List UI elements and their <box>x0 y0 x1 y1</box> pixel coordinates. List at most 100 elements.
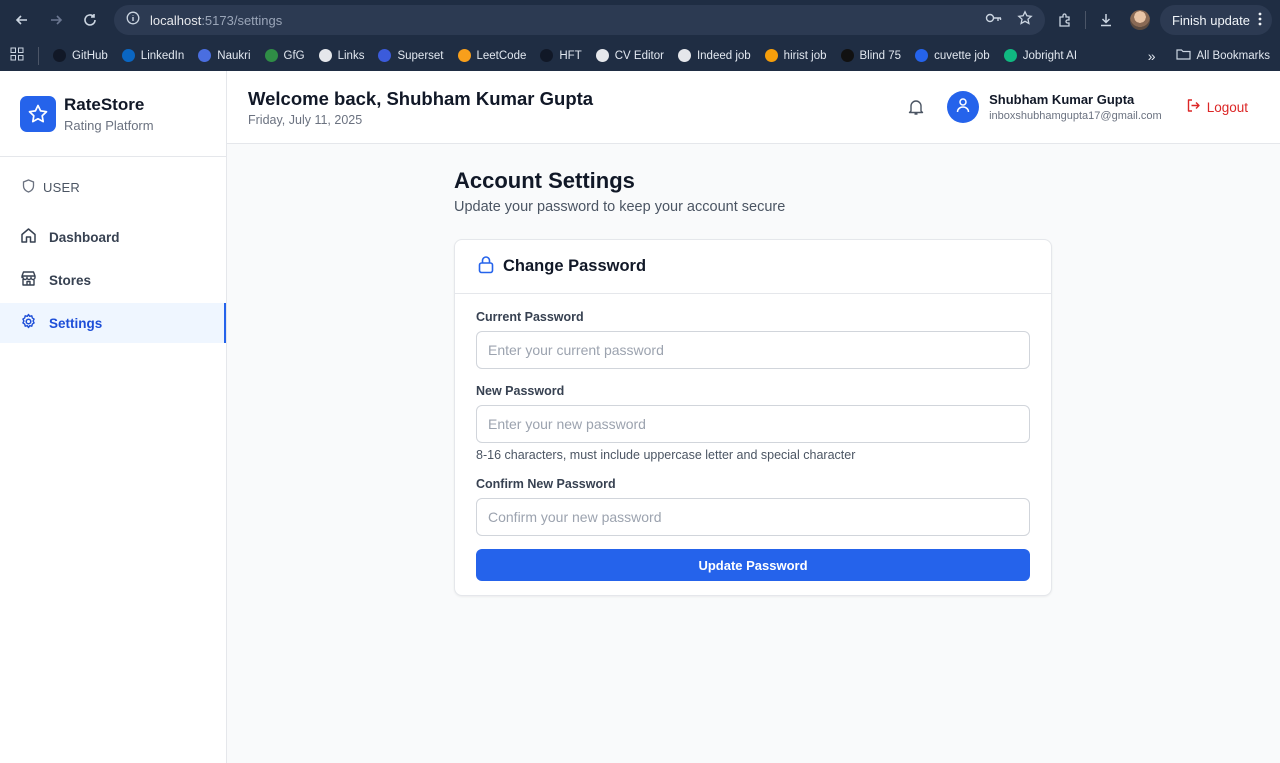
finish-update-button[interactable]: Finish update <box>1159 5 1272 35</box>
bookmark-item[interactable]: LeetCode <box>457 49 527 62</box>
password-hint: 8-16 characters, must include uppercase … <box>476 448 856 462</box>
card-header: Change Password <box>455 240 1051 294</box>
main-area: Welcome back, Shubham Kumar Gupta Friday… <box>227 71 1280 763</box>
bookmark-label: GitHub <box>72 49 108 62</box>
bookmark-label: GfG <box>283 49 305 62</box>
back-icon[interactable] <box>8 6 36 34</box>
confirm-password-group: Confirm New Password <box>476 477 1030 536</box>
bookmarks-divider <box>38 46 39 65</box>
bookmark-favicon-icon <box>840 49 854 62</box>
site-info-icon[interactable] <box>126 11 140 30</box>
profile-avatar[interactable] <box>1126 6 1154 34</box>
current-password-group: Current Password <box>476 310 1030 369</box>
bookmark-favicon-icon <box>595 49 609 62</box>
current-date: Friday, July 11, 2025 <box>248 112 363 127</box>
page-subtitle: Update your password to keep your accoun… <box>454 199 786 215</box>
bookmark-favicon-icon <box>198 49 212 62</box>
browser-toolbar: localhost:5173/settings Finish update <box>0 0 1280 40</box>
current-password-label: Current Password <box>476 310 584 324</box>
new-password-field[interactable] <box>476 405 1030 443</box>
sidebar-item-dashboard[interactable]: Dashboard <box>0 217 226 257</box>
role-indicator: USER <box>0 157 226 217</box>
bookmark-item[interactable]: hirist job <box>764 49 827 62</box>
bookmark-favicon-icon <box>457 49 471 62</box>
bookmark-item[interactable]: HFT <box>540 49 582 62</box>
bookmark-favicon-icon <box>764 49 778 62</box>
brand-subtitle: Rating Platform <box>64 117 154 133</box>
new-password-group: New Password 8-16 characters, must inclu… <box>476 384 1030 462</box>
sidebar: RateStore Rating Platform USER Dashboard <box>0 71 227 763</box>
notification-bell-icon[interactable] <box>907 98 925 116</box>
shield-icon <box>22 178 35 196</box>
bookmark-favicon-icon <box>1003 49 1017 62</box>
forward-icon[interactable] <box>42 6 70 34</box>
bookmark-label: HFT <box>559 49 582 62</box>
bookmark-label: Blind 75 <box>859 49 902 62</box>
bookmark-label: CV Editor <box>614 49 664 62</box>
bookmark-favicon-icon <box>915 49 929 62</box>
toolbar-divider <box>1084 11 1086 29</box>
logout-button[interactable]: Logout <box>1186 98 1248 116</box>
reload-icon[interactable] <box>76 6 104 34</box>
password-key-icon[interactable] <box>985 11 1003 30</box>
browser-chrome: localhost:5173/settings Finish update Gi… <box>0 0 1280 71</box>
user-email: inboxshubhamgupta17@gmail.com <box>989 110 1162 122</box>
url-text[interactable]: localhost:5173/settings <box>150 13 282 28</box>
user-avatar[interactable] <box>947 91 980 123</box>
bookmark-item[interactable]: cuvette job <box>915 49 990 62</box>
sidebar-item-settings[interactable]: Settings <box>0 303 226 343</box>
confirm-password-label: Confirm New Password <box>476 477 616 491</box>
current-password-field[interactable] <box>476 331 1030 369</box>
bookmarks-bar: GitHub LinkedIn Naukri GfG Links Superset Leet… <box>0 40 1280 71</box>
bookmark-item[interactable]: GitHub <box>53 49 108 62</box>
bookmark-item[interactable]: Superset <box>378 49 444 62</box>
address-bar[interactable]: localhost:5173/settings <box>114 5 1045 35</box>
store-icon <box>20 270 37 290</box>
sidebar-item-label: Dashboard <box>49 229 120 245</box>
bookmark-favicon-icon <box>378 49 392 62</box>
folder-icon <box>1175 48 1191 63</box>
change-password-card: Change Password Current Password New Pas… <box>454 239 1052 596</box>
all-bookmarks-button[interactable]: All Bookmarks <box>1175 48 1271 63</box>
top-header: Welcome back, Shubham Kumar Gupta Friday… <box>227 71 1280 144</box>
bookmark-label: Indeed job <box>696 49 751 62</box>
all-bookmarks-label: All Bookmarks <box>1196 49 1271 62</box>
update-password-button[interactable]: Update Password <box>476 549 1030 581</box>
gear-icon <box>20 313 37 333</box>
apps-grid-icon[interactable] <box>10 47 24 64</box>
new-password-label: New Password <box>476 384 565 398</box>
brand-name: RateStore <box>64 94 145 114</box>
bookmark-label: cuvette job <box>934 49 990 62</box>
bookmark-item[interactable]: Links <box>318 49 365 62</box>
card-title: Change Password <box>503 257 647 275</box>
lock-icon <box>477 255 495 279</box>
bookmark-favicon-icon <box>677 49 691 62</box>
bookmarks-overflow-button[interactable]: » <box>1148 48 1156 64</box>
bookmark-star-icon[interactable] <box>1017 9 1033 31</box>
welcome-heading: Welcome back, Shubham Kumar Gupta <box>248 87 594 109</box>
logout-label: Logout <box>1206 99 1248 115</box>
download-icon[interactable] <box>1092 6 1120 34</box>
bookmark-list: GitHub LinkedIn Naukri GfG Links Superset Leet… <box>53 49 1077 62</box>
bookmark-item[interactable]: CV Editor <box>595 49 664 62</box>
user-name: Shubham Kumar Gupta <box>989 92 1135 107</box>
bookmark-item[interactable]: LinkedIn <box>121 49 185 62</box>
bookmark-item[interactable]: Indeed job <box>677 49 751 62</box>
app-root: RateStore Rating Platform USER Dashboard <box>0 71 1280 763</box>
bookmark-favicon-icon <box>318 49 332 62</box>
bookmark-label: LinkedIn <box>140 49 185 62</box>
bookmark-label: Jobright AI <box>1022 49 1078 62</box>
bookmark-label: LeetCode <box>476 49 527 62</box>
bookmark-item[interactable]: GfG <box>264 49 305 62</box>
bookmark-item[interactable]: Naukri <box>198 49 251 62</box>
sidebar-item-stores[interactable]: Stores <box>0 260 226 300</box>
bookmark-item[interactable]: Jobright AI <box>1003 49 1078 62</box>
menu-kebab-icon <box>1258 12 1262 29</box>
bookmark-favicon-icon <box>121 49 135 62</box>
bookmark-favicon-icon <box>264 49 278 62</box>
extensions-icon[interactable] <box>1051 6 1079 34</box>
bookmark-label: Links <box>337 49 365 62</box>
sidebar-item-label: Settings <box>49 315 103 331</box>
confirm-password-field[interactable] <box>476 498 1030 536</box>
bookmark-item[interactable]: Blind 75 <box>840 49 902 62</box>
